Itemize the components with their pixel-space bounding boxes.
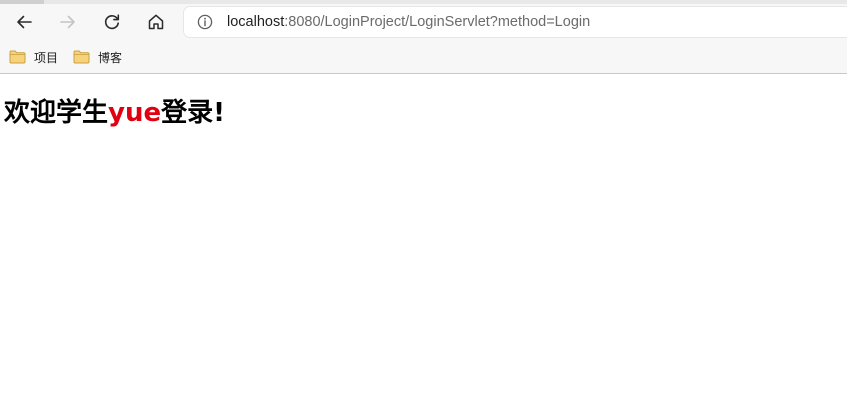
back-button[interactable] [8, 6, 40, 38]
reload-button[interactable] [96, 6, 128, 38]
page-content: 欢迎学生yue登录! [0, 74, 847, 409]
url-host: localhost [227, 14, 285, 30]
bookmark-folder-projects[interactable]: 项目 [9, 46, 58, 68]
reload-icon [102, 12, 122, 32]
bookmarks-bar: 项目 博客 [0, 42, 847, 74]
address-bar[interactable]: localhost:8080/LoginProject/LoginServlet… [184, 7, 847, 37]
arrow-right-icon [58, 12, 78, 32]
welcome-suffix: 登录! [161, 98, 225, 128]
welcome-prefix: 欢迎学生 [4, 98, 109, 128]
home-icon [146, 12, 166, 32]
bookmark-folder-blog[interactable]: 博客 [73, 46, 122, 68]
url-path: :8080/LoginProject/LoginServlet?method=L… [284, 14, 591, 30]
browser-window: localhost:8080/LoginProject/LoginServlet… [0, 0, 847, 409]
browser-toolbar: localhost:8080/LoginProject/LoginServlet… [0, 4, 847, 42]
bookmark-label: 博客 [98, 50, 123, 65]
url-text[interactable]: localhost:8080/LoginProject/LoginServlet… [227, 13, 590, 31]
student-name: yue [108, 98, 162, 128]
forward-button[interactable] [52, 6, 84, 38]
arrow-left-icon [14, 12, 34, 32]
welcome-heading: 欢迎学生yue登录! [4, 96, 225, 130]
bookmark-label: 项目 [34, 50, 59, 65]
home-button[interactable] [140, 6, 172, 38]
folder-icon [73, 50, 98, 64]
folder-icon [9, 50, 34, 64]
info-icon[interactable] [197, 14, 213, 30]
